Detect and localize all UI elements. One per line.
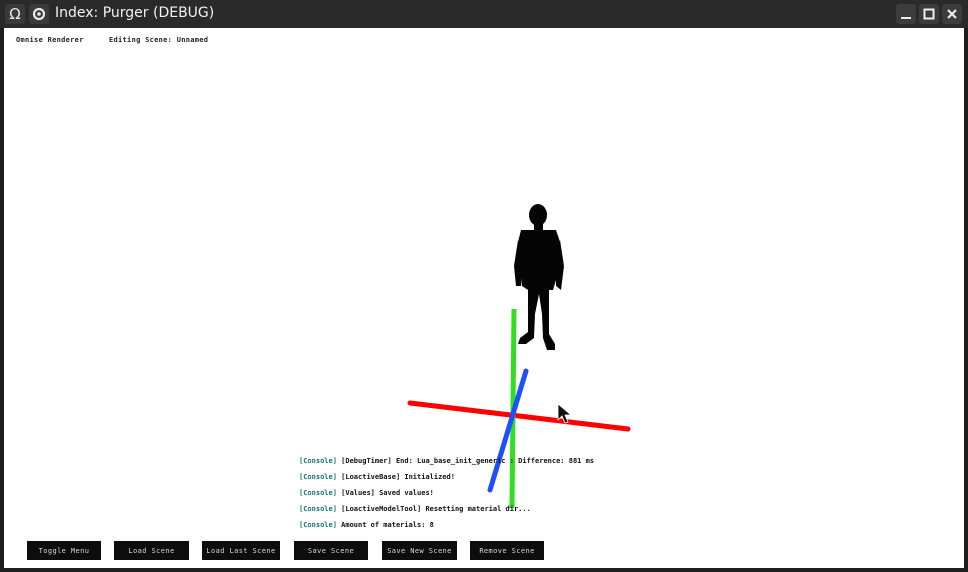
- console-line: [Console] [DebugTimer] End: Lua_base_ini…: [299, 457, 595, 465]
- window-border-bottom: [0, 568, 968, 572]
- toggle-menu-button[interactable]: Toggle Menu: [27, 541, 101, 560]
- gear-icon[interactable]: [29, 4, 49, 24]
- close-button[interactable]: [942, 4, 962, 24]
- close-icon: [947, 9, 957, 19]
- load-scene-button[interactable]: Load Scene: [114, 541, 189, 560]
- axis-z-line: [487, 368, 529, 493]
- scene-canvas: [407, 204, 631, 509]
- remove-scene-button[interactable]: Remove Scene: [470, 541, 544, 560]
- window-title: Index: Purger (DEBUG): [55, 5, 215, 21]
- load-last-scene-button[interactable]: Load Last Scene: [202, 541, 280, 560]
- console-line: [Console] [LoactiveBase] Initialized!: [299, 473, 455, 481]
- save-new-scene-button[interactable]: Save New Scene: [382, 541, 457, 560]
- console-line: [Console] [Values] Saved values!: [299, 489, 434, 497]
- title-bar: Ω Index: Purger (DEBUG): [0, 0, 968, 28]
- console-line: [Console] [LoactiveModelTool] Resetting …: [299, 505, 531, 513]
- scene-viewport[interactable]: Omnise Renderer Editing Scene: Unnamed […: [4, 28, 964, 568]
- axis-x-line: [407, 400, 631, 432]
- minimize-button[interactable]: [896, 4, 916, 24]
- maximize-icon: [923, 8, 935, 20]
- save-scene-button[interactable]: Save Scene: [294, 541, 368, 560]
- omega-icon[interactable]: Ω: [5, 4, 25, 24]
- character-model[interactable]: [514, 204, 564, 350]
- minimize-icon: [901, 17, 911, 19]
- maximize-button[interactable]: [919, 4, 939, 24]
- console-line: [Console] Amount of materials: 8: [299, 521, 434, 529]
